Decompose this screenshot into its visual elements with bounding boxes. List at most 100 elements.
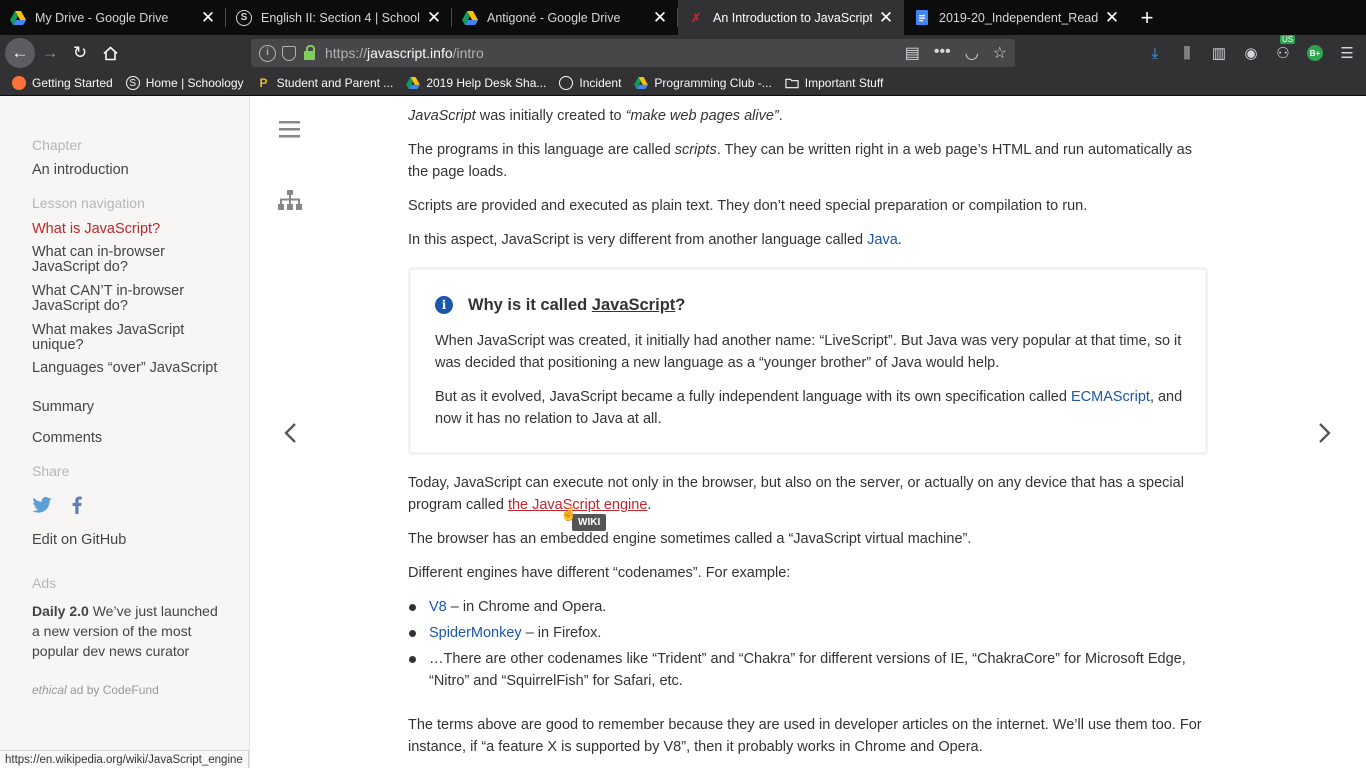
extension-grade-icon[interactable]: B+ — [1304, 45, 1326, 61]
bookmark-schoology[interactable]: S Home | Schoology — [125, 76, 244, 90]
bookmark-getting-started[interactable]: Getting Started — [12, 76, 113, 90]
page-actions-icon[interactable]: ••• — [934, 43, 951, 63]
tab-title: Antigoné - Google Drive — [487, 10, 621, 25]
paragraph: Scripts are provided and executed as pla… — [408, 198, 1088, 214]
next-lesson-icon[interactable] — [1315, 421, 1333, 445]
tracking-shield-icon[interactable] — [282, 45, 296, 61]
lesson-link[interactable]: What makes JavaScript unique? — [32, 323, 227, 353]
comments-link[interactable]: Comments — [32, 431, 227, 446]
library-icon[interactable]: ⫼ — [1176, 45, 1198, 62]
reader-view-icon[interactable]: ▤ — [905, 43, 920, 63]
spidermonkey-link[interactable]: SpiderMonkey — [429, 625, 522, 641]
tab-reading-doc[interactable]: 2019-20_Independent_Reading ✕ — [904, 0, 1130, 35]
javascript-engine-link[interactable]: the JavaScript engine — [508, 497, 647, 513]
note-paragraph: But as it evolved, JavaScript became a f… — [435, 389, 1183, 427]
tab-antigone[interactable]: Antigoné - Google Drive ✕ — [452, 0, 678, 35]
bookmark-important-stuff[interactable]: Important Stuff — [785, 76, 883, 90]
account-icon[interactable]: ◉ — [1240, 44, 1262, 62]
globe-icon — [559, 76, 574, 90]
lesson-link[interactable]: What can in-browser JavaScript do? — [32, 245, 227, 275]
firefox-icon — [12, 76, 26, 90]
ads-heading: Ads — [32, 575, 57, 591]
bookmark-programming-club[interactable]: Programming Club -... — [634, 76, 772, 90]
bookmarks-toolbar: Getting Started S Home | Schoology P Stude… — [0, 71, 1366, 96]
folder-icon — [785, 76, 799, 90]
lesson-link[interactable]: What CAN’T in-browser JavaScript do? — [32, 284, 227, 314]
paragraph: The programs in this language are called… — [408, 142, 1192, 180]
schoology-icon: S — [236, 9, 252, 26]
lesson-link[interactable]: Summary — [32, 400, 227, 415]
edit-on-github-link[interactable]: Edit on GitHub — [32, 533, 227, 548]
navigation-toolbar: ← → ↻ i https://javascript.info/intro ▤ … — [0, 35, 1366, 71]
info-icon[interactable]: i — [259, 44, 276, 62]
close-icon[interactable]: ✕ — [652, 8, 668, 28]
info-note: i Why is it called JavaScript? When Java… — [408, 267, 1208, 455]
url-text[interactable]: https://javascript.info/intro — [325, 45, 905, 61]
close-icon[interactable]: ✕ — [426, 8, 442, 28]
facebook-icon[interactable] — [72, 496, 82, 519]
tab-schoology[interactable]: S English II: Section 4 | Schoolog ✕ — [226, 0, 452, 35]
extension-badge: US — [1280, 35, 1296, 44]
tab-title: My Drive - Google Drive — [35, 10, 169, 25]
lesson-link[interactable]: What is JavaScript? — [32, 222, 227, 237]
bookmark-help-desk[interactable]: 2019 Help Desk Sha... — [406, 76, 546, 90]
twitter-icon[interactable] — [32, 496, 52, 518]
tab-javascript-intro[interactable]: ✗ An Introduction to JavaScript ✕ — [678, 0, 904, 35]
extension-vpn-icon[interactable]: ⚇ US — [1272, 35, 1296, 62]
tab-title: English II: Section 4 | Schoolog — [261, 10, 420, 25]
bookmark-incident[interactable]: Incident — [559, 76, 621, 90]
google-docs-icon — [914, 10, 930, 26]
paragraph: The browser has an embedded engine somet… — [408, 531, 972, 547]
ecmascript-link[interactable]: ECMAScript — [1071, 389, 1150, 405]
info-circle-icon: i — [435, 296, 453, 314]
pocket-icon[interactable]: ◡ — [965, 43, 979, 63]
home-icon[interactable] — [95, 38, 125, 68]
ad-text[interactable]: Daily 2.0 We’ve just launched a new vers… — [32, 601, 222, 661]
tab-bar: My Drive - Google Drive ✕ S English II: … — [0, 0, 1366, 35]
back-arrow-icon[interactable]: ← — [5, 38, 35, 68]
chapter-link[interactable]: An introduction — [32, 163, 227, 178]
status-bar-url: https://en.wikipedia.org/wiki/JavaScript… — [0, 750, 249, 768]
close-icon[interactable]: ✕ — [1104, 8, 1120, 28]
paragraph: The terms above are good to remember bec… — [408, 717, 1202, 755]
javascript-info-icon: ✗ — [690, 10, 702, 25]
tab-title: 2019-20_Independent_Reading — [939, 10, 1098, 25]
tab-title: An Introduction to JavaScript — [713, 10, 872, 25]
new-tab-icon[interactable]: + — [1130, 0, 1164, 35]
close-icon[interactable]: ✕ — [878, 8, 894, 28]
reload-icon[interactable]: ↻ — [65, 38, 95, 68]
tab-my-drive[interactable]: My Drive - Google Drive ✕ — [0, 0, 226, 35]
bookmark-student-parent[interactable]: P Student and Parent ... — [257, 76, 394, 90]
google-drive-icon — [462, 10, 478, 26]
chapter-heading: Chapter — [32, 137, 82, 153]
note-title: Why is it called JavaScript? — [468, 296, 686, 314]
list-item: …There are other codenames like “Trident… — [409, 648, 1209, 692]
hamburger-menu-icon[interactable]: ☰ — [1336, 44, 1358, 62]
sidebar-toggle-icon[interactable]: ▥ — [1208, 44, 1230, 62]
google-drive-icon — [634, 76, 649, 90]
paragraph: Different engines have different “codena… — [408, 565, 791, 581]
note-paragraph: When JavaScript was created, it initiall… — [435, 333, 1182, 371]
paragraph: In this aspect, JavaScript is very diffe… — [408, 232, 902, 248]
lesson-link[interactable]: Languages “over” JavaScript — [32, 361, 227, 376]
lock-icon[interactable] — [304, 44, 315, 60]
url-bar[interactable]: i https://javascript.info/intro ▤ ••• ◡ … — [251, 39, 1015, 67]
schoology-icon: S — [125, 76, 140, 90]
google-drive-icon — [10, 10, 26, 26]
menu-icon[interactable] — [279, 121, 300, 143]
portal-icon: P — [259, 76, 268, 90]
previous-lesson-icon[interactable] — [282, 421, 300, 445]
forward-arrow-icon[interactable]: → — [35, 38, 65, 68]
hand-cursor-icon: ☝ — [560, 505, 578, 521]
ad-attribution[interactable]: ethical ad by CodeFund — [32, 683, 159, 697]
close-icon[interactable]: ✕ — [200, 8, 216, 28]
list-item: V8 – in Chrome and Opera. — [409, 596, 1209, 618]
google-drive-icon — [406, 76, 421, 90]
paragraph: Today, JavaScript can execute not only i… — [408, 475, 1184, 513]
bookmark-star-icon[interactable]: ☆ — [993, 43, 1007, 63]
java-link[interactable]: Java — [867, 232, 898, 248]
v8-link[interactable]: V8 — [429, 599, 447, 615]
sitemap-icon[interactable] — [278, 190, 302, 215]
download-icon[interactable]: ⤓ — [1144, 45, 1166, 62]
list-item: SpiderMonkey – in Firefox. — [409, 622, 1209, 644]
